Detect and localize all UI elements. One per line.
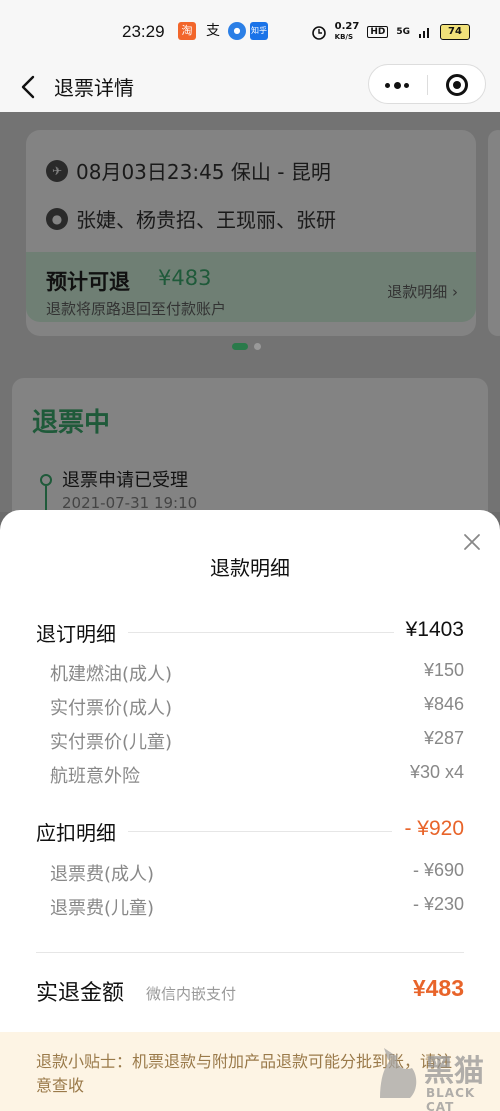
refund-item-value: ¥150	[423, 660, 464, 680]
timeline-dot-icon	[40, 474, 52, 486]
refund-detail-sheet: 退款明细 退订明细 ¥1403 机建燃油(成人) ¥150 实付票价(成人) ¥…	[0, 510, 500, 1111]
target-icon-center	[453, 81, 461, 89]
plane-icon: ✈	[46, 159, 68, 182]
deduct-section-header: 应扣明细 - ¥920	[36, 817, 464, 847]
status-time: 23:29	[122, 22, 165, 41]
refund-section-header: 退订明细 ¥1403	[36, 618, 464, 648]
alipay-app-icon: 支	[206, 23, 220, 39]
refund-item-name: 航班意外险	[50, 766, 140, 787]
nav-bar: 退票详情	[0, 62, 500, 112]
refund-estimate-panel: 预计可退 ¥483 退款将原路退回至付款账户 退款明细 ›	[26, 252, 476, 322]
route-text: 08月03日23:45 保山 - 昆明	[76, 160, 331, 184]
refund-item-value: ¥846	[423, 694, 464, 714]
zhihu-app-icon: 知乎	[250, 22, 268, 40]
watermark-text: 黑猫	[424, 1054, 484, 1089]
more-dot-icon	[394, 82, 401, 89]
deduct-item-name: 退票费(成人)	[50, 864, 155, 885]
cat-logo-icon	[380, 1048, 417, 1098]
chevron-left-icon	[21, 75, 35, 99]
signal-label: 5G	[396, 27, 410, 37]
passenger-names: 张婕、杨贵招、王现丽、张研	[76, 208, 336, 232]
status-indicators: 0.27 KB/S HD 5G 74	[311, 22, 470, 42]
refund-detail-link[interactable]: 退款明细 ›	[387, 281, 458, 302]
back-button[interactable]	[16, 72, 42, 102]
more-dot-icon	[385, 83, 390, 88]
refund-item: 实付票价(成人) ¥846	[50, 694, 464, 720]
close-miniprogram-button[interactable]	[428, 65, 486, 105]
timeline-step-text: 退票申请已受理	[62, 470, 188, 491]
deduct-item: 退票费(成人) - ¥690	[50, 860, 464, 886]
refund-item-value: ¥287	[423, 728, 464, 748]
actual-refund-amount: ¥483	[412, 975, 464, 1001]
refund-status-title: 退票中	[32, 408, 111, 438]
carousel-dot-active	[232, 343, 248, 350]
page-title: 退票详情	[54, 76, 134, 100]
alarm-icon	[311, 26, 326, 40]
page-overlay[interactable]: ✈ 08月03日23:45 保山 - 昆明 ● 张婕、杨贵招、王现丽、张研 预计…	[0, 112, 500, 618]
passenger-row: ● 张婕、杨贵招、王现丽、张研	[46, 204, 336, 233]
deduct-item-value: - ¥690	[412, 860, 464, 880]
signal-bars-icon	[419, 28, 429, 38]
browser-app-icon: ●	[228, 22, 246, 40]
estimate-label: 预计可退	[46, 270, 130, 294]
deduct-item: 退票费(儿童) - ¥230	[50, 894, 464, 920]
divider	[36, 952, 464, 953]
refund-item-name: 实付票价(儿童)	[50, 732, 173, 753]
taobao-app-icon: 淘	[178, 22, 196, 40]
deduct-section-label: 应扣明细	[36, 817, 128, 846]
deduct-section-total: - ¥920	[392, 817, 464, 841]
refund-item-value: ¥30 x4	[409, 762, 464, 782]
deduct-item-name: 退票费(儿童)	[50, 898, 155, 919]
refund-section-total: ¥1403	[393, 618, 464, 642]
refund-section-label: 退订明细	[36, 618, 128, 647]
hd-badge: HD	[367, 26, 389, 38]
refund-item-name: 机建燃油(成人)	[50, 664, 173, 685]
more-button[interactable]	[369, 65, 427, 105]
carousel-indicator	[232, 343, 261, 350]
more-dot-icon	[404, 83, 409, 88]
carousel-dot	[254, 343, 261, 350]
actual-refund-label: 实退金额	[36, 981, 125, 1006]
status-bar: 23:29 淘 支 ● 知乎 0.27 KB/S HD 5G 74	[0, 0, 500, 62]
blackcat-watermark: 黑猫 BLACK CAT	[372, 1040, 500, 1111]
estimate-amount: ¥483	[158, 266, 212, 290]
refund-item-name: 实付票价(成人)	[50, 698, 173, 719]
deduct-item-value: - ¥230	[412, 894, 464, 914]
route-row: ✈ 08月03日23:45 保山 - 昆明	[46, 156, 331, 185]
miniprogram-capsule	[368, 64, 486, 104]
estimate-note: 退款将原路退回至付款账户	[46, 300, 227, 318]
next-card-peek	[488, 130, 500, 336]
refund-item: 航班意外险 ¥30 x4	[50, 762, 464, 788]
person-icon: ●	[46, 207, 68, 230]
chevron-right-icon: ›	[452, 283, 458, 301]
network-speed: 0.27 KB/S	[334, 21, 360, 42]
refund-item: 机建燃油(成人) ¥150	[50, 660, 464, 686]
battery-icon: 74	[440, 24, 470, 40]
payment-method: 微信内嵌支付	[146, 985, 237, 1003]
watermark-subtext: BLACK CAT	[426, 1086, 476, 1111]
flight-card: ✈ 08月03日23:45 保山 - 昆明 ● 张婕、杨贵招、王现丽、张研 预计…	[26, 130, 476, 336]
sheet-title: 退款明细	[210, 556, 290, 580]
refund-item: 实付票价(儿童) ¥287	[50, 728, 464, 754]
